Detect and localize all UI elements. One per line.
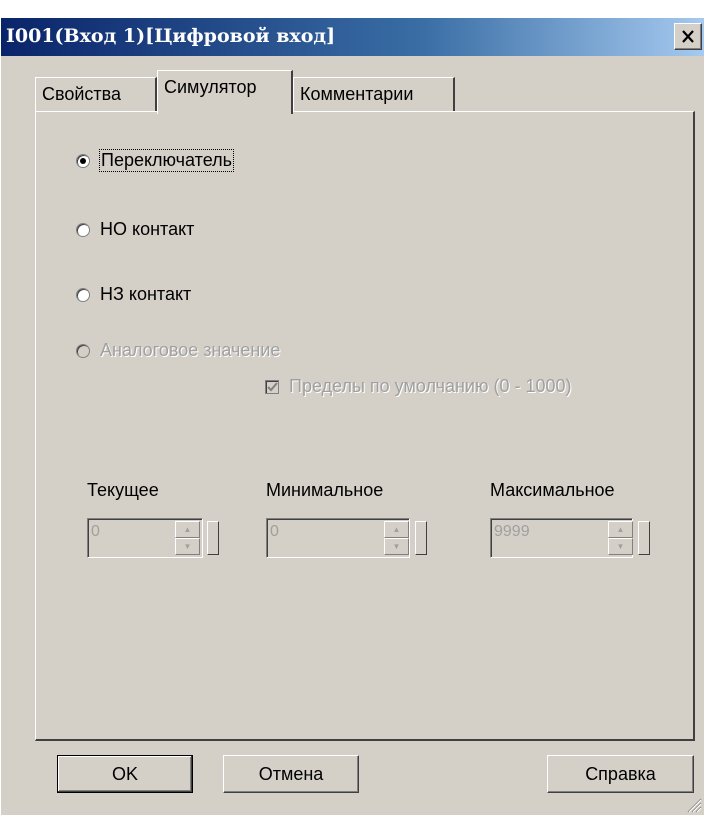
radio-analog-value: Аналоговое значение [76,340,280,361]
checkmark-icon [266,381,278,391]
close-icon [682,30,694,43]
maximum-value-slider-thumb [638,521,650,555]
minimum-value-slider-thumb [415,521,427,555]
radio-no-contact-label: НО контакт [100,219,195,239]
current-spin-down-icon: ▼ [175,538,200,555]
window-title: I001(Вход 1)[Цифровой вход] [6,25,336,47]
radio-analog-value-label: Аналоговое значение [100,340,281,360]
current-value-label: Текущее [87,480,159,500]
minimum-value-text: 0 [270,523,279,540]
minimum-value-spinner: ▲ ▼ [384,521,409,555]
maximum-spin-up-icon: ▲ [608,521,633,538]
maximum-value-label: Максимальное [490,480,615,500]
dialog-window: I001(Вход 1)[Цифровой вход] Свойства Сим… [0,0,704,815]
minimum-spin-up-icon: ▲ [384,521,409,538]
maximum-spin-down-icon: ▼ [608,538,633,555]
ok-button[interactable]: OK [57,755,193,793]
tab-comments-label: Комментарии [300,84,414,104]
radio-nc-contact-label: НЗ контакт [100,284,192,304]
radio-nc-contact-indicator[interactable] [76,287,90,302]
ok-button-label: OK [111,763,138,784]
cancel-button[interactable]: Отмена [223,755,359,793]
radio-analog-value-indicator [76,343,90,358]
close-button[interactable] [674,23,702,50]
current-value-spinner: ▲ ▼ [175,521,200,555]
tab-properties-label: Свойства [42,84,122,104]
help-button[interactable]: Справка [547,755,694,793]
tab-simulator-label: Симулятор [164,77,257,97]
cancel-button-label: Отмена [258,763,324,784]
tab-simulator[interactable]: Симулятор [157,70,293,114]
minimum-spin-down-icon: ▼ [384,538,409,555]
current-value-slider-thumb [207,521,219,555]
help-button-label: Справка [585,763,656,784]
radio-nc-contact[interactable]: НЗ контакт [76,284,191,305]
minimum-value-label: Минимальное [266,480,384,500]
top-strip [1,0,704,18]
resize-grip-icon[interactable] [684,795,702,813]
default-limits-checkbox [265,379,279,394]
simulator-panel [35,111,695,741]
radio-no-contact[interactable]: НО контакт [76,219,194,240]
radio-switch-label: Переключатель [99,149,234,172]
tab-properties[interactable]: Свойства [35,77,157,111]
radio-switch[interactable]: Переключатель [76,149,234,172]
maximum-value-spinner: ▲ ▼ [608,521,633,555]
current-value-text: 0 [91,523,100,540]
default-limits-label: Пределы по умолчанию (0 - 1000) [289,376,572,396]
tab-comments[interactable]: Комментарии [293,77,455,111]
maximum-value-text: 9999 [494,523,530,540]
current-spin-up-icon: ▲ [175,521,200,538]
radio-no-contact-indicator[interactable] [76,222,90,237]
default-limits-checkbox-row: Пределы по умолчанию (0 - 1000) [265,376,572,397]
radio-switch-indicator[interactable] [76,153,90,168]
title-bar[interactable]: I001(Вход 1)[Цифровой вход] [1,18,704,56]
